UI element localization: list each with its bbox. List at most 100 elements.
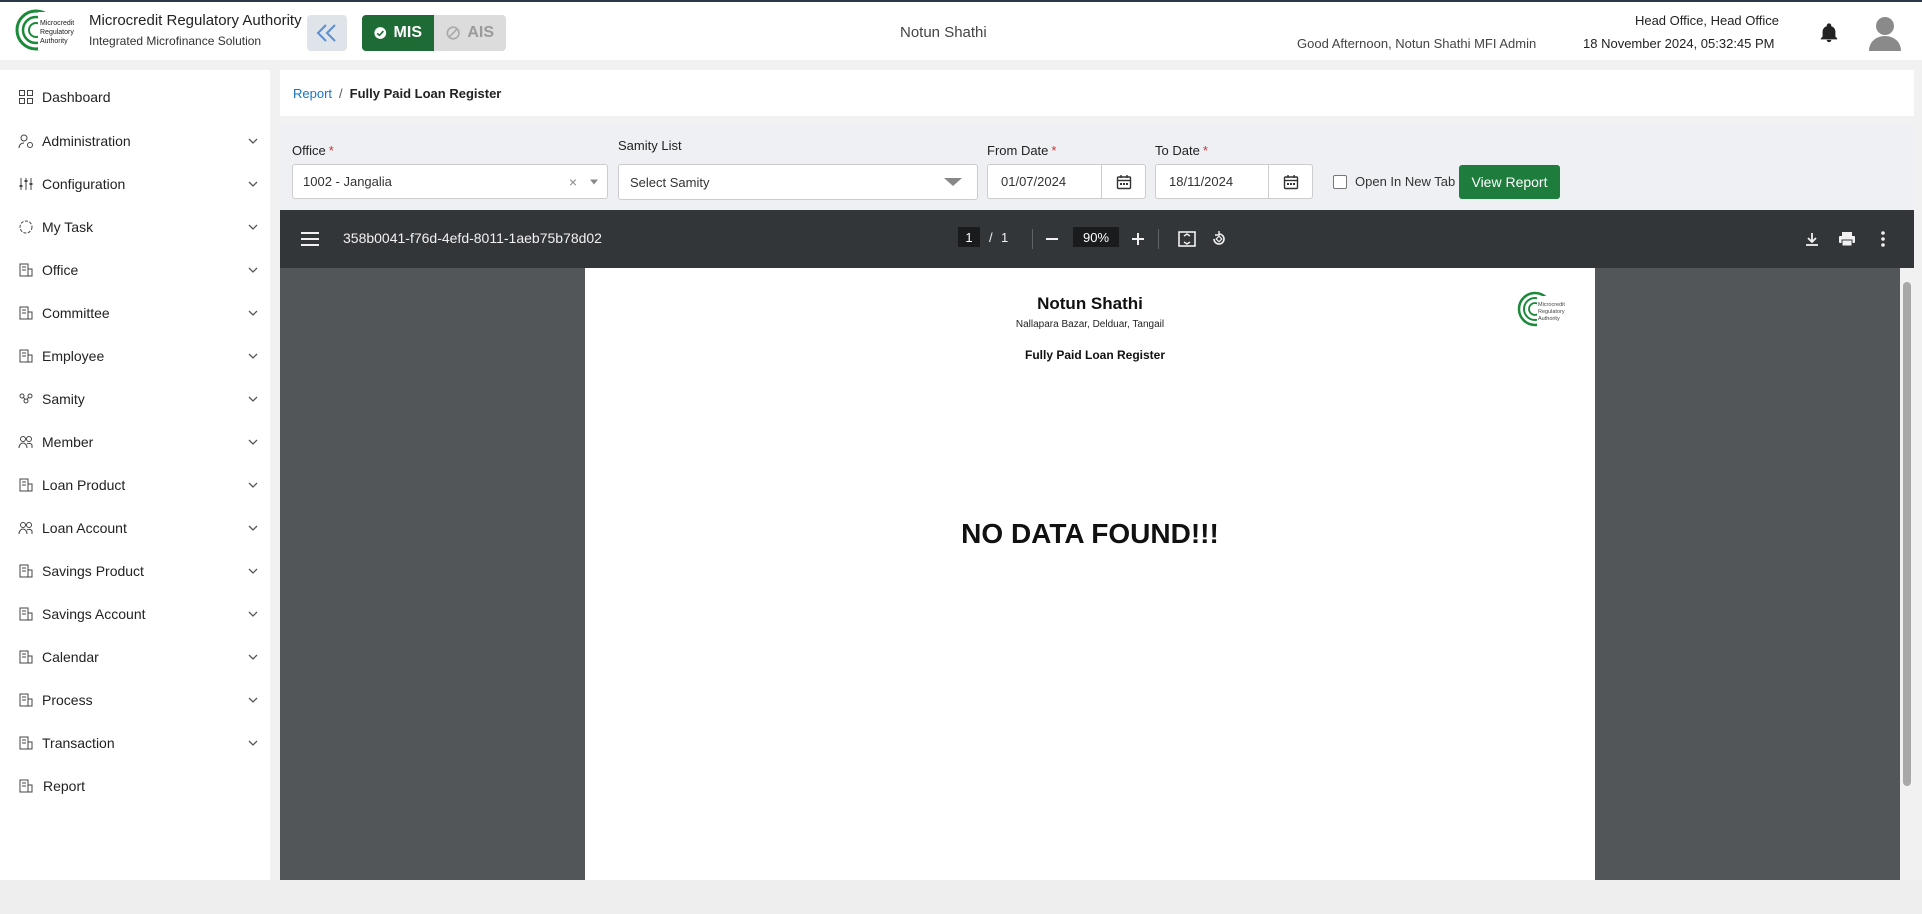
from-date-picker-button[interactable] <box>1101 165 1145 198</box>
svg-text:Microcredit: Microcredit <box>1538 302 1565 308</box>
building-icon <box>19 650 33 664</box>
sidebar-item-configuration[interactable]: Configuration <box>0 164 270 204</box>
collapse-sidebar-button[interactable] <box>307 15 347 51</box>
sidebar-item-label: Loan Account <box>42 520 127 536</box>
zoom-in-button[interactable] <box>1126 227 1150 251</box>
breadcrumb-separator: / <box>339 85 343 101</box>
sidebar-item-calendar[interactable]: Calendar <box>0 637 270 677</box>
sidebar-item-label: Loan Product <box>42 477 126 493</box>
svg-text:Regulatory: Regulatory <box>40 29 74 36</box>
samity-select[interactable]: Select Samity <box>618 164 978 200</box>
building-icon <box>19 736 33 750</box>
sidebar-item-label: Employee <box>42 348 105 364</box>
sidebar-item-office[interactable]: Office <box>0 250 270 290</box>
mra-logo: Microcredit Regulatory Authority <box>15 9 78 51</box>
rotate-button[interactable] <box>1207 227 1231 251</box>
user-avatar[interactable] <box>1868 15 1902 51</box>
fit-page-button[interactable] <box>1175 227 1199 251</box>
sidebar-item-member[interactable]: Member <box>0 422 270 462</box>
zoom-level-input[interactable]: 90% <box>1073 227 1119 247</box>
brand-title: Microcredit Regulatory Authority <box>89 12 302 29</box>
calendar-icon <box>1283 174 1298 189</box>
ais-mode-button[interactable]: AIS <box>434 15 506 51</box>
toolbar-divider <box>1158 229 1159 249</box>
download-button[interactable] <box>1800 227 1824 251</box>
svg-text:Microcredit: Microcredit <box>40 20 74 27</box>
chevron-down-icon <box>248 568 258 574</box>
sidebar-item-process[interactable]: Process <box>0 680 270 720</box>
pdf-viewer-toolbar: 358b0041-f76d-4efd-8011-1aeb75b78d02 1 /… <box>280 210 1914 268</box>
mis-mode-button[interactable]: MIS <box>362 15 434 51</box>
more-options-button[interactable] <box>1871 227 1895 251</box>
breadcrumb: Report / Fully Paid Loan Register <box>280 70 1914 116</box>
svg-text:Authority: Authority <box>40 38 68 45</box>
sidebar-item-label: Transaction <box>42 735 115 751</box>
pdf-scrollbar-thumb[interactable] <box>1903 282 1911 786</box>
open-in-new-tab-label: Open In New Tab <box>1355 174 1456 189</box>
sidebar-item-loan-product[interactable]: Loan Product <box>0 465 270 505</box>
view-report-button[interactable]: View Report <box>1459 165 1560 199</box>
sidebar-item-report[interactable]: Report <box>0 766 270 806</box>
from-date-label-text: From Date <box>987 143 1049 158</box>
to-date-value[interactable]: 18/11/2024 <box>1156 165 1268 198</box>
to-date-picker-button[interactable] <box>1268 165 1312 198</box>
sidebar-item-dashboard[interactable]: Dashboard <box>0 77 270 117</box>
pdf-page-input[interactable]: 1 <box>958 227 980 247</box>
sidebar-item-loan-account[interactable]: Loan Account <box>0 508 270 548</box>
caret-down-icon <box>944 178 962 186</box>
sidebar-item-savings-account[interactable]: Savings Account <box>0 594 270 634</box>
organization-name: Notun Shathi <box>900 24 987 41</box>
printer-icon <box>1839 232 1855 247</box>
mode-switcher: MIS AIS <box>362 15 506 51</box>
sidebar-item-label: My Task <box>42 219 94 235</box>
greeting-text: Good Afternoon, Notun Shathi MFI Admin <box>1297 36 1537 51</box>
sidebar-item-label: Office <box>42 262 79 278</box>
to-date-label: To Date * <box>1155 143 1208 158</box>
from-date-field[interactable]: 01/07/2024 <box>987 164 1146 199</box>
blocked-icon <box>446 26 460 40</box>
fit-to-page-icon <box>1178 231 1196 247</box>
office-select[interactable]: 1002 - Jangalia × <box>292 164 608 199</box>
from-date-label: From Date * <box>987 143 1056 158</box>
clear-icon[interactable]: × <box>569 174 577 190</box>
sidebar-item-committee[interactable]: Committee <box>0 293 270 333</box>
sidebar-item-my-task[interactable]: My Task <box>0 207 270 247</box>
building-icon <box>19 779 33 793</box>
building-icon <box>19 306 33 320</box>
ais-mode-label: AIS <box>467 24 494 41</box>
to-date-label-text: To Date <box>1155 143 1200 158</box>
office-select-value: 1002 - Jangalia <box>303 174 392 189</box>
sidebar-item-employee[interactable]: Employee <box>0 336 270 376</box>
to-date-field[interactable]: 18/11/2024 <box>1155 164 1313 199</box>
pdf-page: Notun Shathi Nallapara Bazar, Delduar, T… <box>585 268 1595 880</box>
building-icon <box>19 349 33 363</box>
print-button[interactable] <box>1835 227 1859 251</box>
sidebar-item-savings-product[interactable]: Savings Product <box>0 551 270 591</box>
chevron-down-icon <box>248 611 258 617</box>
people-icon <box>18 436 33 449</box>
breadcrumb-current: Fully Paid Loan Register <box>349 85 502 101</box>
zoom-out-button[interactable] <box>1040 227 1064 251</box>
from-date-value[interactable]: 01/07/2024 <box>988 165 1101 198</box>
breadcrumb-report-link[interactable]: Report <box>293 86 332 101</box>
sidebar-item-label: Savings Product <box>42 563 144 579</box>
samity-select-placeholder: Select Samity <box>630 174 710 190</box>
building-icon <box>19 693 33 707</box>
sliders-icon <box>19 178 33 190</box>
sidebar-nav: Dashboard Administration Configuration M… <box>0 70 270 880</box>
chevron-down-icon <box>248 181 258 187</box>
sidebar-item-transaction[interactable]: Transaction <box>0 723 270 763</box>
sidebar-item-administration[interactable]: Administration <box>0 121 270 161</box>
notification-bell-icon[interactable] <box>1818 22 1840 44</box>
open-in-new-tab-checkbox[interactable] <box>1333 175 1347 189</box>
sidebar-item-label: Calendar <box>42 649 99 665</box>
chevron-down-icon <box>248 267 258 273</box>
sidebar-item-label: Dashboard <box>42 89 111 105</box>
pdf-menu-button[interactable] <box>298 227 322 251</box>
pdf-scrollbar[interactable] <box>1900 268 1914 880</box>
minus-icon <box>1046 238 1058 240</box>
mra-report-logo: Microcredit Regulatory Authority <box>1517 291 1569 328</box>
rotate-icon <box>1213 231 1225 245</box>
report-heading: Fully Paid Loan Register <box>1024 348 1166 362</box>
sidebar-item-samity[interactable]: Samity <box>0 379 270 419</box>
